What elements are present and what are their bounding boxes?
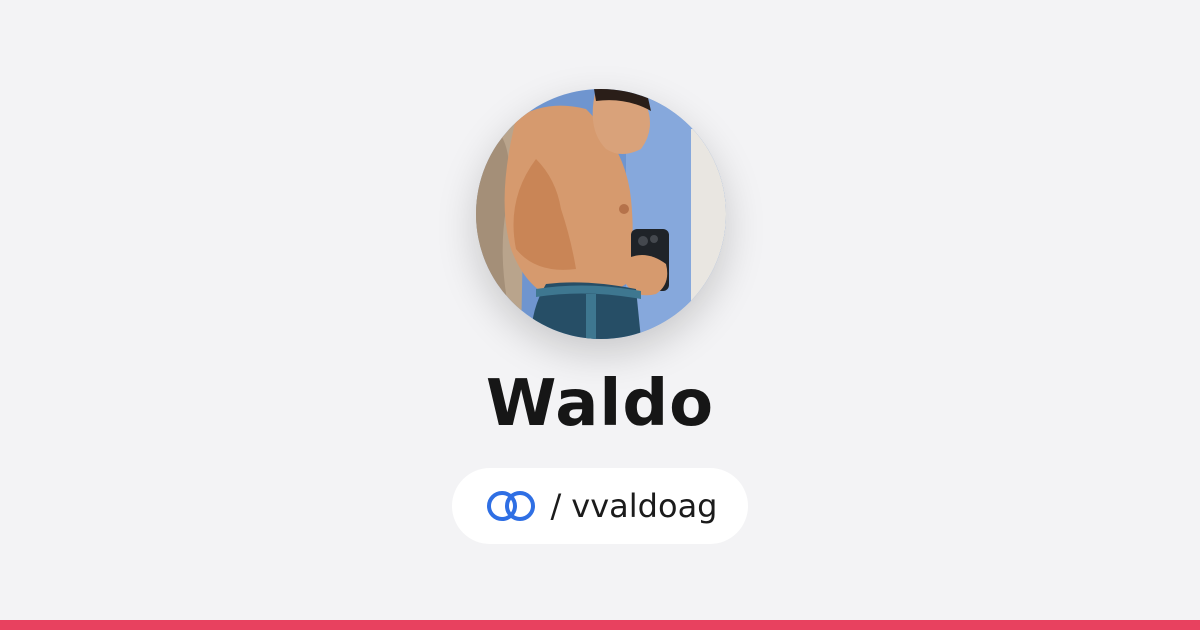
avatar-photo	[476, 89, 726, 339]
handle-separator: /	[550, 487, 562, 525]
linked-rings-icon	[483, 488, 539, 524]
accent-bottom-bar	[0, 620, 1200, 630]
profile-handle: vvaldoag	[571, 487, 718, 525]
profile-handle-pill[interactable]: / vvaldoag	[452, 468, 748, 544]
profile-display-name: Waldo	[485, 367, 715, 441]
profile-avatar	[476, 89, 726, 339]
